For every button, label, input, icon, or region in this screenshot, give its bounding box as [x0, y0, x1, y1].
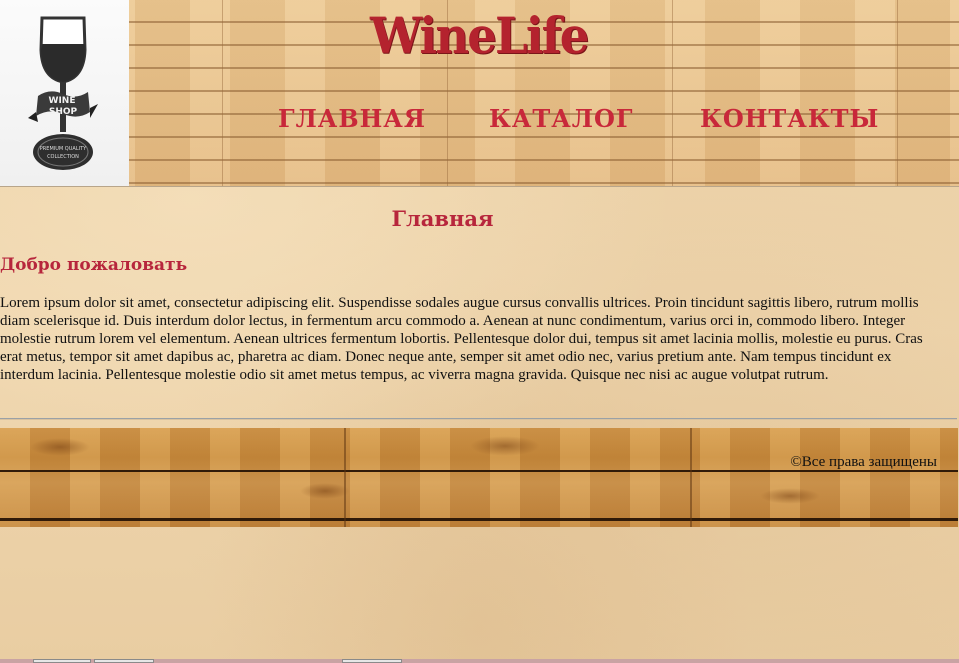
- logo-text-collection: COLLECTION: [47, 154, 79, 160]
- footer-plank-seam: [690, 428, 692, 527]
- nav-link-catalog[interactable]: КАТАЛОГ: [489, 104, 633, 133]
- brand-title[interactable]: WineLife: [370, 6, 589, 65]
- plank-seam: [897, 0, 898, 186]
- body-text: Lorem ipsum dolor sit amet, consectetur …: [0, 295, 923, 383]
- wine-shop-logo[interactable]: WINE SHOP PREMIUM QUALITY COLLECTION: [0, 0, 129, 186]
- bottom-tab[interactable]: [342, 659, 402, 663]
- wood-knot: [470, 436, 540, 456]
- welcome-heading: Добро пожаловать: [0, 255, 188, 275]
- bottom-tab[interactable]: [94, 659, 154, 663]
- logo-text-premium: PREMIUM QUALITY: [40, 146, 87, 152]
- bottom-tab[interactable]: [33, 659, 91, 663]
- logo-text-shop: SHOP: [49, 107, 78, 117]
- copyright-text: ©Все права защищены: [790, 454, 937, 470]
- wood-knot: [760, 488, 820, 504]
- logo-text-wine: WINE: [49, 96, 76, 106]
- site-header: WINE SHOP PREMIUM QUALITY COLLECTION Win…: [0, 0, 959, 187]
- nav-link-contacts[interactable]: КОНТАКТЫ: [700, 104, 879, 133]
- footer-plank-seam: [344, 428, 346, 527]
- wood-knot: [30, 438, 90, 456]
- site-footer: ©Все права защищены: [0, 428, 958, 527]
- wood-knot: [300, 483, 350, 499]
- page-title: Главная: [391, 206, 494, 231]
- content-divider: [0, 418, 957, 420]
- plank-seam: [672, 0, 673, 186]
- wine-glass-icon: WINE SHOP PREMIUM QUALITY COLLECTION: [28, 16, 98, 170]
- plank-seam: [222, 0, 223, 186]
- nav-link-home[interactable]: ГЛАВНАЯ: [278, 104, 426, 133]
